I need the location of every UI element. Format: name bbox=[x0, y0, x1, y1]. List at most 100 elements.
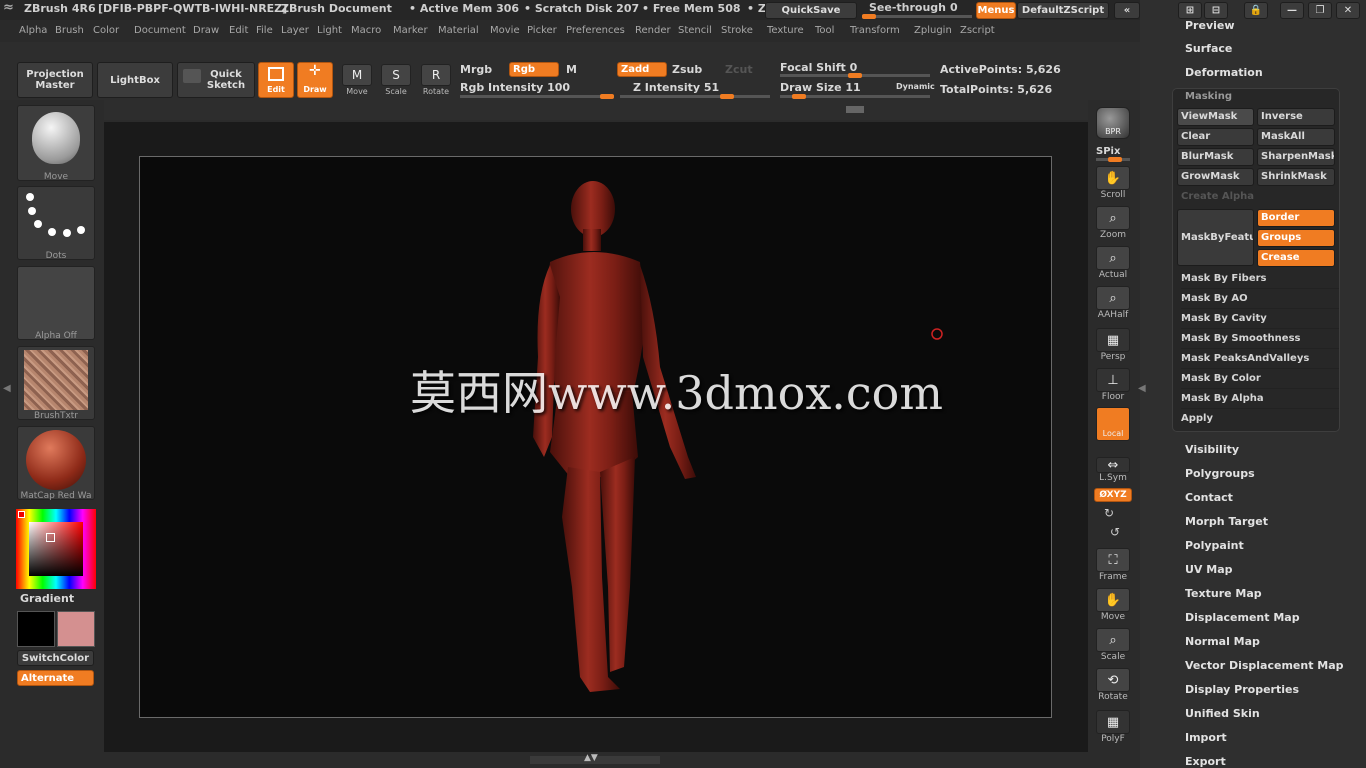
local-button[interactable]: Local bbox=[1094, 407, 1132, 443]
floor-button[interactable]: ⊥ Floor bbox=[1094, 368, 1132, 404]
model-viewport[interactable] bbox=[140, 157, 1053, 719]
menu-file[interactable]: File bbox=[256, 25, 273, 36]
switch-color-button[interactable]: SwitchColor bbox=[17, 650, 94, 666]
move-mode-button[interactable]: M Move bbox=[339, 62, 375, 100]
section-polygroups[interactable]: Polygroups bbox=[1185, 467, 1255, 480]
bpr-button[interactable]: BPR bbox=[1094, 107, 1132, 143]
mask-by-cavity[interactable]: Mask By Cavity bbox=[1181, 309, 1339, 329]
section-texture-map[interactable]: Texture Map bbox=[1185, 587, 1262, 600]
color-square[interactable] bbox=[29, 522, 83, 576]
mask-by-smoothness[interactable]: Mask By Smoothness bbox=[1181, 329, 1339, 349]
section-contact[interactable]: Contact bbox=[1185, 491, 1233, 504]
brush-selector[interactable]: Move bbox=[17, 105, 95, 182]
menu-stencil[interactable]: Stencil bbox=[678, 25, 712, 36]
scale-view-button[interactable]: ⌕ Scale bbox=[1094, 628, 1132, 664]
mask-by-fibers[interactable]: Mask By Fibers bbox=[1181, 269, 1339, 289]
section-uv-map[interactable]: UV Map bbox=[1185, 563, 1233, 576]
menu-draw[interactable]: Draw bbox=[193, 25, 219, 36]
menu-picker[interactable]: Picker bbox=[527, 25, 557, 36]
masking-header[interactable]: Masking bbox=[1185, 91, 1232, 102]
section-export[interactable]: Export bbox=[1185, 755, 1226, 768]
shelf-left-icon[interactable]: « bbox=[1114, 2, 1140, 19]
zadd-toggle[interactable]: Zadd bbox=[617, 62, 667, 77]
rgb-intensity-slider[interactable] bbox=[460, 94, 614, 99]
quick-sketch-button[interactable]: Quick Sketch bbox=[177, 62, 255, 98]
zcut-toggle[interactable]: Zcut bbox=[725, 63, 753, 76]
groups-toggle[interactable]: Groups bbox=[1257, 229, 1335, 247]
color-picker[interactable] bbox=[16, 509, 96, 589]
default-zscript-button[interactable]: DefaultZScript bbox=[1017, 2, 1109, 19]
projection-master-button[interactable]: Projection Master bbox=[17, 62, 93, 98]
actual-button[interactable]: ⌕ Actual bbox=[1094, 246, 1132, 282]
move-view-button[interactable]: ✋ Move bbox=[1094, 588, 1132, 624]
section-deformation[interactable]: Deformation bbox=[1185, 66, 1263, 79]
tray-icon-2[interactable]: ⊟ bbox=[1204, 2, 1228, 19]
menu-preferences[interactable]: Preferences bbox=[566, 25, 625, 36]
clear-button[interactable]: Clear bbox=[1177, 128, 1254, 146]
scale-mode-button[interactable]: S Scale bbox=[378, 62, 414, 100]
mask-by-feature-button[interactable]: MaskByFeature bbox=[1177, 209, 1254, 266]
section-normal-map[interactable]: Normal Map bbox=[1185, 635, 1260, 648]
section-visibility[interactable]: Visibility bbox=[1185, 443, 1239, 456]
section-import[interactable]: Import bbox=[1185, 731, 1227, 744]
right-tray-arrow-icon[interactable]: ◀ bbox=[1138, 383, 1146, 394]
section-preview[interactable]: Preview bbox=[1185, 19, 1235, 32]
section-polypaint[interactable]: Polypaint bbox=[1185, 539, 1244, 552]
zsub-toggle[interactable]: Zsub bbox=[672, 63, 702, 76]
create-alpha-button[interactable]: Create Alpha bbox=[1181, 191, 1254, 202]
alpha-selector[interactable]: Alpha Off bbox=[17, 266, 95, 341]
section-unified-skin[interactable]: Unified Skin bbox=[1185, 707, 1260, 720]
menu-zplugin[interactable]: Zplugin bbox=[914, 25, 952, 36]
z-intensity-slider[interactable] bbox=[620, 94, 770, 99]
section-surface[interactable]: Surface bbox=[1185, 42, 1232, 55]
mask-by-ao[interactable]: Mask By AO bbox=[1181, 289, 1339, 309]
rgb-toggle[interactable]: Rgb bbox=[509, 62, 559, 77]
menu-movie[interactable]: Movie bbox=[490, 25, 520, 36]
aahalf-button[interactable]: ⌕ AAHalf bbox=[1094, 286, 1132, 322]
female-base-mesh[interactable] bbox=[533, 181, 696, 692]
persp-button[interactable]: ▦ Persp bbox=[1094, 328, 1132, 364]
lightbox-button[interactable]: LightBox bbox=[97, 62, 173, 98]
section-displacement-map[interactable]: Displacement Map bbox=[1185, 611, 1300, 624]
menu-layer[interactable]: Layer bbox=[281, 25, 309, 36]
frame-button[interactable]: ⛶ Frame bbox=[1094, 548, 1132, 584]
menu-alpha[interactable]: Alpha bbox=[19, 25, 47, 36]
toolbar-scroll-handle[interactable] bbox=[846, 106, 864, 113]
stroke-selector[interactable]: Dots bbox=[17, 186, 95, 261]
shrinkmask-button[interactable]: ShrinkMask bbox=[1257, 168, 1335, 186]
quicksave-button[interactable]: QuickSave bbox=[765, 2, 857, 19]
menu-light[interactable]: Light bbox=[317, 25, 342, 36]
section-vector-displacement-map[interactable]: Vector Displacement Map bbox=[1185, 659, 1344, 672]
mrgb-toggle[interactable]: Mrgb bbox=[460, 63, 492, 76]
lock-icon[interactable]: 🔒 bbox=[1244, 2, 1268, 19]
maskall-button[interactable]: MaskAll bbox=[1257, 128, 1335, 146]
menu-tool[interactable]: Tool bbox=[815, 25, 834, 36]
menu-transform[interactable]: Transform bbox=[850, 25, 900, 36]
draw-size-slider[interactable] bbox=[780, 94, 930, 99]
blurmask-button[interactable]: BlurMask bbox=[1177, 148, 1254, 166]
section-morph-target[interactable]: Morph Target bbox=[1185, 515, 1268, 528]
menu-brush[interactable]: Brush bbox=[55, 25, 84, 36]
document-frame[interactable]: 莫西网www.3dmox.com bbox=[139, 156, 1052, 718]
left-tray-arrow-icon[interactable]: ◀ bbox=[3, 383, 11, 394]
bottom-scroll-bar[interactable]: ▲▼ bbox=[530, 753, 660, 764]
menu-zscript[interactable]: Zscript bbox=[960, 25, 995, 36]
rotate-mode-button[interactable]: R Rotate bbox=[418, 62, 454, 100]
scroll-button[interactable]: ✋ Scroll bbox=[1094, 166, 1132, 202]
tray-icon-1[interactable]: ⊞ bbox=[1178, 2, 1202, 19]
rotate-view-button[interactable]: ⟲ Rotate bbox=[1094, 668, 1132, 704]
rotate-z-icon[interactable]: ↺ bbox=[1110, 525, 1120, 539]
mask-peaks-and-valleys[interactable]: Mask PeaksAndValleys bbox=[1181, 349, 1339, 369]
see-through-slider[interactable] bbox=[862, 14, 972, 19]
mask-by-color[interactable]: Mask By Color bbox=[1181, 369, 1339, 389]
menu-color[interactable]: Color bbox=[93, 25, 119, 36]
menus-button[interactable]: Menus bbox=[976, 2, 1016, 19]
edit-button[interactable]: Edit bbox=[258, 62, 294, 98]
minimize-icon[interactable]: — bbox=[1280, 2, 1304, 19]
alternate-toggle[interactable]: Alternate bbox=[17, 670, 94, 686]
gradient-toggle[interactable]: Gradient bbox=[20, 592, 74, 605]
menu-render[interactable]: Render bbox=[635, 25, 671, 36]
menu-marker[interactable]: Marker bbox=[393, 25, 428, 36]
focal-shift-slider[interactable] bbox=[780, 73, 930, 78]
secondary-color-swatch[interactable] bbox=[57, 611, 95, 647]
